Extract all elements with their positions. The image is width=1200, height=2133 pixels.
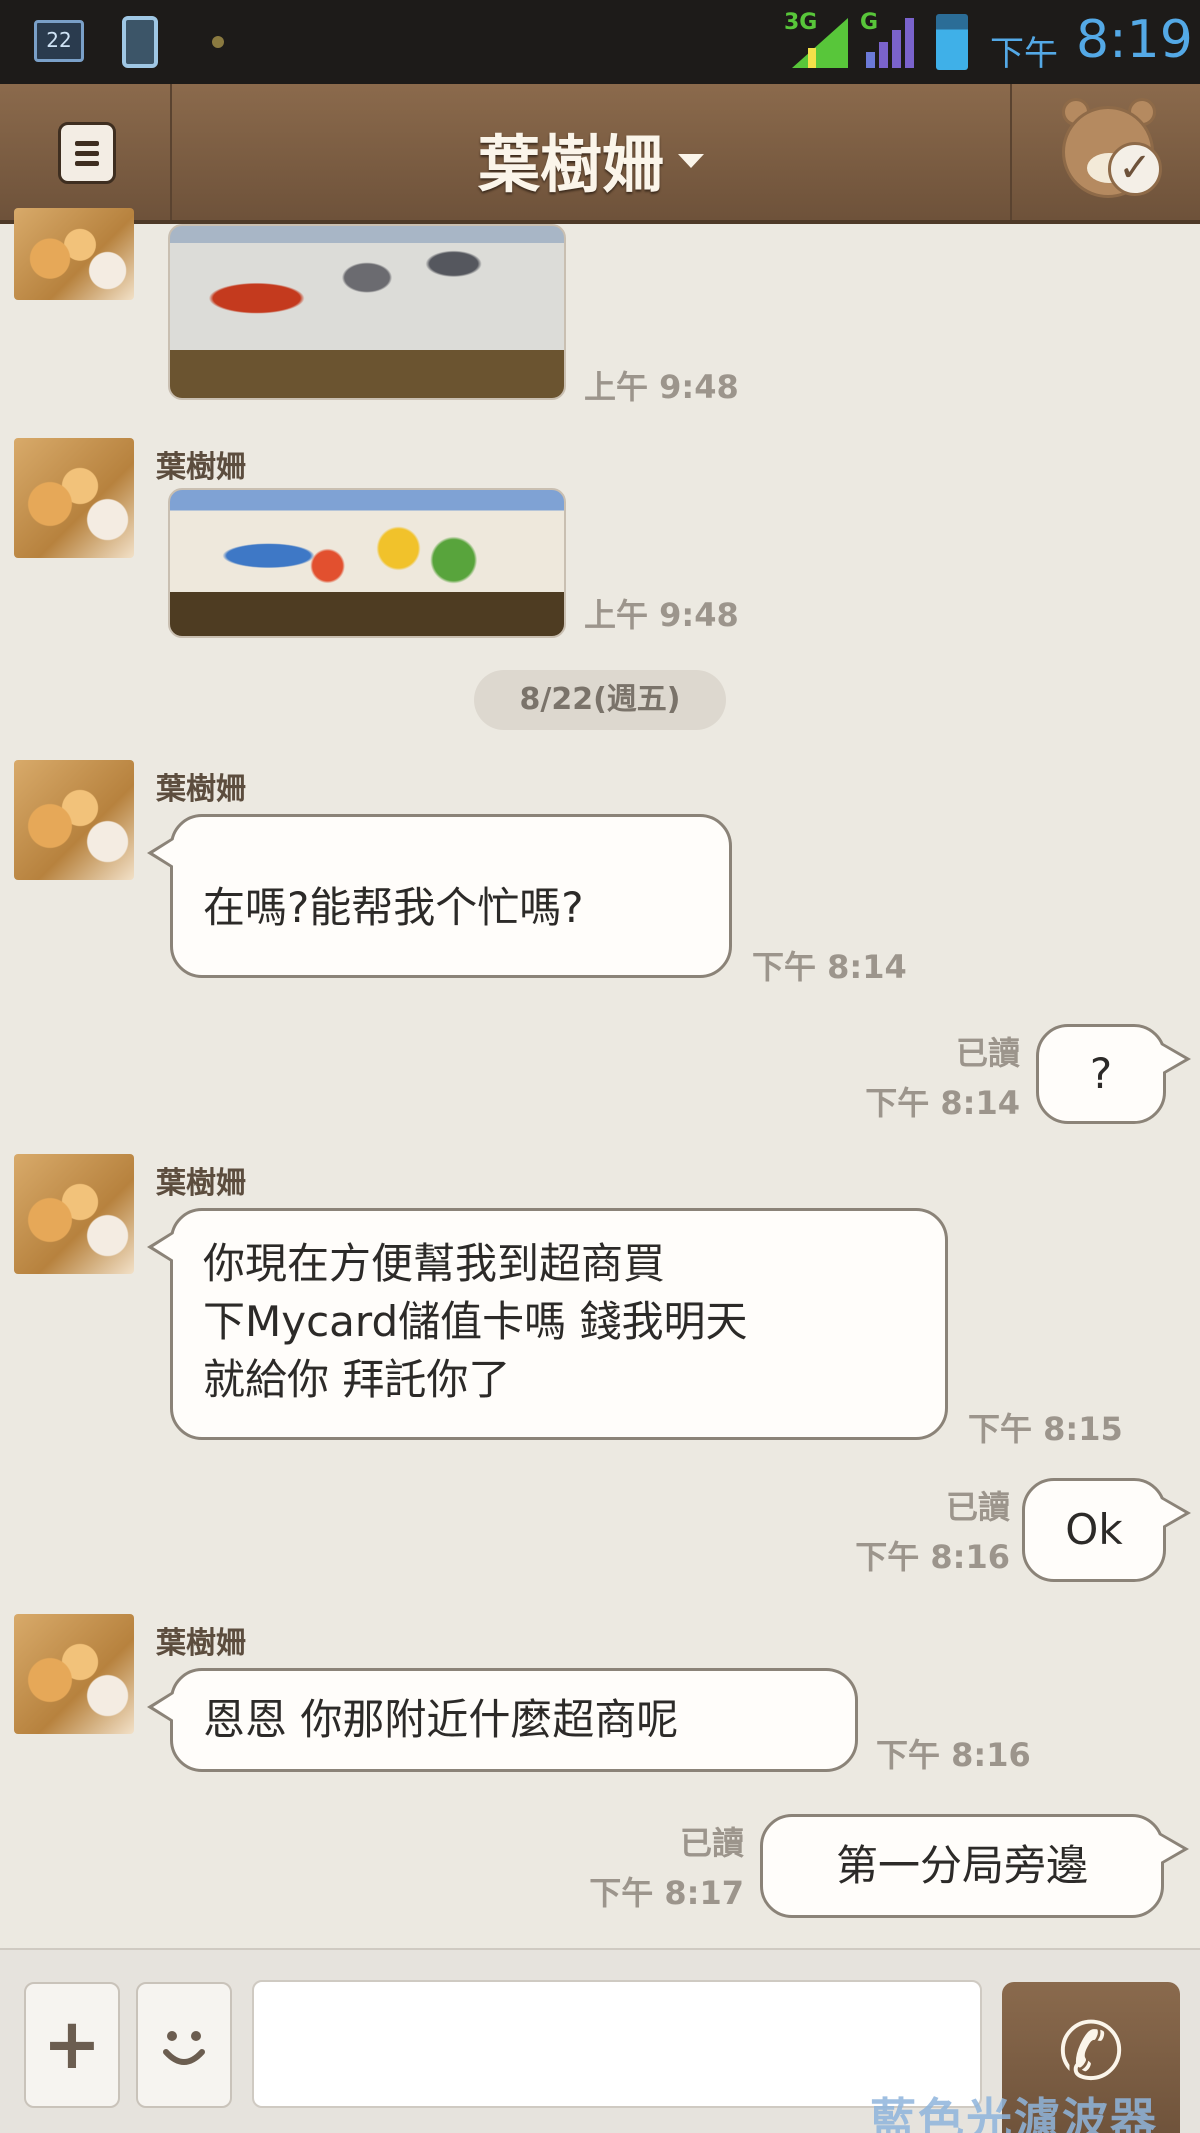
chat-title-dropdown[interactable]: 葉樹姍 xyxy=(172,84,1010,220)
signal-icon xyxy=(866,18,914,68)
message-line: 第一分局旁邊 xyxy=(835,1841,1088,1890)
incoming-message-bubble[interactable]: 恩恩 你那附近什麼超商呢 xyxy=(147,1668,858,1772)
sender-name: 葉樹姍 xyxy=(156,772,246,807)
plus-icon: + xyxy=(42,2003,102,2085)
contact-avatar[interactable] xyxy=(14,1154,134,1274)
incoming-message-bubble[interactable]: 你現在方便幫我到超商買 下Mycard儲值卡嗎 錢我明天 就給你 拜託你了 xyxy=(147,1208,948,1440)
status-bar: 22 3G G 下午 8:19 xyxy=(0,0,1200,84)
message-time: 下午 8:14 xyxy=(865,1084,1020,1122)
status-ampm: 下午 xyxy=(990,34,1058,74)
incoming-message-bubble[interactable]: 在嗎?能帮我个忙嗎? xyxy=(147,814,732,978)
signal-icon xyxy=(792,18,848,68)
message-line: ? xyxy=(1089,1049,1113,1098)
calendar-icon: 22 xyxy=(34,20,84,62)
menu-icon xyxy=(58,122,116,184)
smiley-icon xyxy=(163,2031,205,2065)
message-time: 下午 8:15 xyxy=(968,1410,1123,1448)
outgoing-message-bubble[interactable]: Ok xyxy=(1022,1478,1191,1582)
message-time: 上午 9:48 xyxy=(584,596,739,634)
image-message[interactable] xyxy=(168,224,566,400)
add-attachment-button[interactable]: + xyxy=(24,1982,120,2108)
chat-header: 葉樹姍 ✓ xyxy=(0,84,1200,224)
read-receipt: 已讀 xyxy=(955,1034,1020,1072)
message-time: 下午 8:17 xyxy=(589,1874,744,1912)
sender-name: 葉樹姍 xyxy=(156,450,246,485)
contact-avatar[interactable] xyxy=(14,438,134,558)
dropdown-caret-icon xyxy=(678,154,704,168)
phone-icon xyxy=(122,16,158,68)
chat-area[interactable]: 上午 9:48 葉樹姍 上午 9:48 8/22(週五) 葉樹姍 在嗎?能帮我个… xyxy=(0,208,1200,1948)
message-line: 下Mycard儲值卡嗎 錢我明天 xyxy=(203,1297,748,1346)
read-receipt: 已讀 xyxy=(679,1824,744,1862)
contact-avatar[interactable] xyxy=(14,1614,134,1734)
message-line: 在嗎?能帮我个忙嗎? xyxy=(203,883,584,932)
sender-name: 葉樹姍 xyxy=(156,1166,246,1201)
contact-avatar[interactable] xyxy=(14,760,134,880)
message-line: Ok xyxy=(1065,1505,1123,1554)
message-line: 就給你 拜託你了 xyxy=(203,1355,511,1404)
battery-icon xyxy=(936,14,968,70)
status-time: 8:19 xyxy=(1076,10,1193,70)
menu-button[interactable] xyxy=(0,84,172,220)
message-line xyxy=(203,839,699,879)
checkmark-icon: ✓ xyxy=(1108,142,1162,196)
watermark-text: 藍色光濾波器 xyxy=(870,2093,1158,2133)
message-time: 下午 8:16 xyxy=(876,1736,1031,1774)
contact-avatar[interactable] xyxy=(14,208,134,300)
friend-status-button[interactable]: ✓ xyxy=(1010,84,1200,220)
message-time: 下午 8:16 xyxy=(855,1538,1010,1576)
notification-dot-icon xyxy=(212,36,224,48)
date-divider: 8/22(週五) xyxy=(474,670,726,730)
message-time: 下午 8:14 xyxy=(752,948,907,986)
message-line: 恩恩 你那附近什麼超商呢 xyxy=(203,1695,679,1744)
message-time: 上午 9:48 xyxy=(584,368,739,406)
sender-name: 葉樹姍 xyxy=(156,1626,246,1661)
image-message[interactable] xyxy=(168,488,566,638)
chat-title: 葉樹姍 xyxy=(477,128,664,201)
read-receipt: 已讀 xyxy=(945,1488,1010,1526)
message-line: 你現在方便幫我到超商買 xyxy=(203,1239,666,1288)
sticker-button[interactable] xyxy=(136,1982,232,2108)
outgoing-message-bubble[interactable]: ? xyxy=(1036,1024,1191,1124)
outgoing-message-bubble[interactable]: 第一分局旁邊 xyxy=(760,1814,1189,1918)
